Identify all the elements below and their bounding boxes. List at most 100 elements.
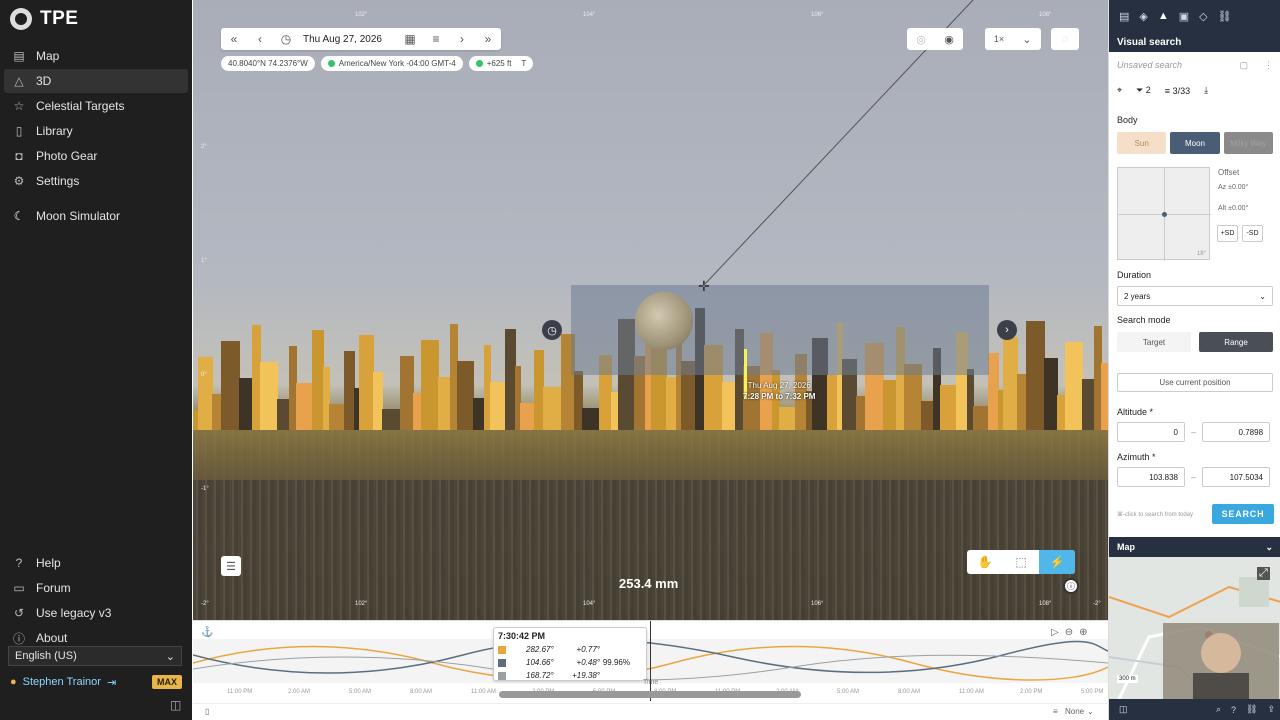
- use-current-position-button[interactable]: Use current position: [1117, 373, 1273, 392]
- brand[interactable]: TPE: [10, 8, 78, 30]
- eye-icon[interactable]: ◉: [935, 33, 963, 46]
- link-icon[interactable]: ⛓: [1246, 704, 1257, 715]
- mode-target-button[interactable]: Target: [1117, 332, 1191, 352]
- body-milky-way-button[interactable]: Milky Way: [1223, 132, 1273, 154]
- clock-button[interactable]: ◷: [542, 320, 562, 340]
- body-moon-button[interactable]: Moon: [1170, 132, 1220, 154]
- sliders-button[interactable]: ☰: [221, 556, 241, 576]
- plus-sd-button[interactable]: +SD: [1217, 225, 1238, 242]
- nav-item-label: Help: [36, 556, 61, 570]
- 3d-viewport[interactable]: ✛ Thu Aug 27, 2026 7:28 PM to 7:32 PM ◷ …: [193, 0, 1108, 620]
- nav-item-label: Library: [36, 124, 73, 138]
- share-icon[interactable]: ⇪: [1267, 704, 1275, 715]
- results-value: 3/33: [1172, 85, 1191, 96]
- zoom-in-icon[interactable]: ⊕: [1079, 627, 1087, 638]
- sidebar-icon[interactable]: ◫: [1119, 704, 1128, 715]
- play-icon[interactable]: ▷: [1051, 627, 1059, 638]
- language-select[interactable]: English (US) ⌄: [8, 646, 182, 666]
- calendar-icon[interactable]: ▦: [397, 28, 423, 50]
- chevron-down-icon[interactable]: ⌄: [1013, 33, 1041, 46]
- layers-icon[interactable]: ◈: [1139, 10, 1147, 23]
- lightning-icon[interactable]: ⚡: [1039, 550, 1075, 574]
- menu-icon[interactable]: ≡: [423, 28, 449, 50]
- speed-value[interactable]: 1×: [985, 34, 1013, 44]
- moon-icon: ☾: [13, 209, 25, 223]
- expand-icon[interactable]: ⤢: [1257, 567, 1270, 580]
- time-cursor[interactable]: [650, 621, 651, 701]
- rewind-icon[interactable]: «: [221, 28, 247, 50]
- hand-icon[interactable]: ✋: [967, 550, 1003, 574]
- date-display[interactable]: Thu Aug 27, 2026: [299, 34, 397, 45]
- timeline-axis-label: 5:00 AM: [349, 689, 372, 695]
- mini-map[interactable]: 300 m ⤢: [1109, 557, 1280, 699]
- altitude-max-input[interactable]: 0.7898: [1202, 422, 1271, 442]
- logout-icon[interactable]: ⇥: [107, 676, 116, 689]
- altitude-min-input[interactable]: 0: [1117, 422, 1185, 442]
- chevron-right-icon[interactable]: ›: [449, 28, 475, 50]
- duration-select[interactable]: 2 years ⌄: [1117, 286, 1273, 306]
- azimuth-max-input[interactable]: 107.5034: [1202, 467, 1271, 487]
- user-row[interactable]: ● Stephen Trainor ⇥ MAX: [10, 674, 182, 690]
- nav-item-celestial-targets[interactable]: ☆ Celestial Targets: [4, 94, 188, 118]
- azimuth-label: Azimuth *: [1117, 452, 1156, 462]
- timeline-axis-label: 11:00 AM: [959, 689, 984, 695]
- filter-count[interactable]: ⏷ 2: [1136, 85, 1151, 96]
- nav-item-settings[interactable]: ⚙ Settings: [4, 169, 188, 193]
- nav-item-forum[interactable]: ▭ Forum: [4, 576, 188, 600]
- save-icon[interactable]: ▢: [1239, 60, 1248, 71]
- flashlight-icon[interactable]: ◌: [1051, 33, 1079, 45]
- nav-item-label: Celestial Targets: [36, 99, 125, 113]
- link-icon[interactable]: ⛓: [1218, 10, 1232, 23]
- elevation-chip[interactable]: +625 ft T: [468, 56, 534, 71]
- nav-item-legacy[interactable]: ↺ Use legacy v3: [4, 601, 188, 625]
- offset-grid[interactable]: 18°: [1117, 167, 1211, 261]
- nav-item-3d[interactable]: △ 3D: [4, 69, 188, 93]
- nav-item-library[interactable]: ▯ Library: [4, 119, 188, 143]
- search-button[interactable]: SEARCH: [1212, 504, 1274, 524]
- file-icon[interactable]: ▯: [205, 707, 209, 716]
- nav-item-moon-simulator[interactable]: ☾ Moon Simulator: [4, 204, 188, 228]
- selection-icon[interactable]: ⬚: [1003, 550, 1039, 574]
- download-icon[interactable]: ⤓: [1204, 85, 1208, 96]
- zoom-out-icon[interactable]: ⊖: [1065, 627, 1073, 638]
- ruler-tick: -2°: [201, 601, 209, 607]
- saved-search-select[interactable]: Unsaved search: [1117, 60, 1182, 71]
- chevron-down-icon[interactable]: ⌄: [1087, 707, 1094, 716]
- target-icon[interactable]: ⌖: [1117, 85, 1122, 96]
- fast-forward-icon[interactable]: »: [475, 28, 501, 50]
- list-icon[interactable]: ▤: [1119, 10, 1129, 23]
- compass-icon[interactable]: ⓘ: [1063, 578, 1079, 594]
- results-count[interactable]: ≡ 3/33: [1165, 86, 1190, 96]
- tooltip-alt: +0.77°: [576, 645, 600, 654]
- collapse-sidebar-icon[interactable]: ◫: [170, 698, 181, 712]
- map-header[interactable]: Map ⌄: [1109, 537, 1280, 557]
- timeline-tooltip: 7:30:42 PM 282.67° +0.77° 104.66° +0.48° 99…: [493, 627, 647, 681]
- visual-search-panel: ▤ ◈ ▲ ▣ ◇ ⛓ Visual search Unsaved search…: [1108, 0, 1280, 720]
- clock-icon[interactable]: ◷: [273, 28, 299, 50]
- overlay-select[interactable]: None: [1065, 707, 1084, 716]
- image-icon[interactable]: ▣: [1179, 10, 1189, 23]
- nav-item-help[interactable]: ? Help: [4, 551, 188, 575]
- offset-handle[interactable]: [1162, 212, 1167, 217]
- coordinates-chip[interactable]: 40.8040°N 74.2376°W: [221, 56, 315, 71]
- minus-sd-button[interactable]: -SD: [1242, 225, 1263, 242]
- filter-count-value: 2: [1145, 85, 1151, 95]
- az-offset: Az ±0.00°: [1218, 184, 1249, 191]
- more-icon[interactable]: ⋮: [1264, 60, 1273, 71]
- body-sun-button[interactable]: Sun: [1117, 132, 1167, 154]
- mode-range-button[interactable]: Range: [1199, 332, 1273, 352]
- pin-icon[interactable]: ◎: [907, 33, 935, 46]
- chevron-left-icon[interactable]: ‹: [247, 28, 273, 50]
- timezone-chip[interactable]: America/New York -04:00 GMT-4: [320, 56, 463, 71]
- nav-item-map[interactable]: ▤ Map: [4, 44, 188, 68]
- chart-icon[interactable]: ▲: [1158, 10, 1169, 22]
- nav-item-photo-gear[interactable]: ◘ Photo Gear: [4, 144, 188, 168]
- milky-way-swatch: [498, 671, 506, 680]
- timeline[interactable]: ⚓ 7:30:42 PM 282.67° +0.77° 104.66° +0.48°…: [193, 620, 1108, 720]
- shape-icon[interactable]: ◇: [1199, 10, 1207, 23]
- help-icon[interactable]: ?: [1231, 705, 1236, 715]
- next-arrow-button[interactable]: ›: [997, 320, 1017, 340]
- timeline-scrollbar[interactable]: [499, 691, 801, 698]
- search-icon[interactable]: ⌕: [1216, 704, 1221, 715]
- azimuth-min-input[interactable]: 103.838: [1117, 467, 1185, 487]
